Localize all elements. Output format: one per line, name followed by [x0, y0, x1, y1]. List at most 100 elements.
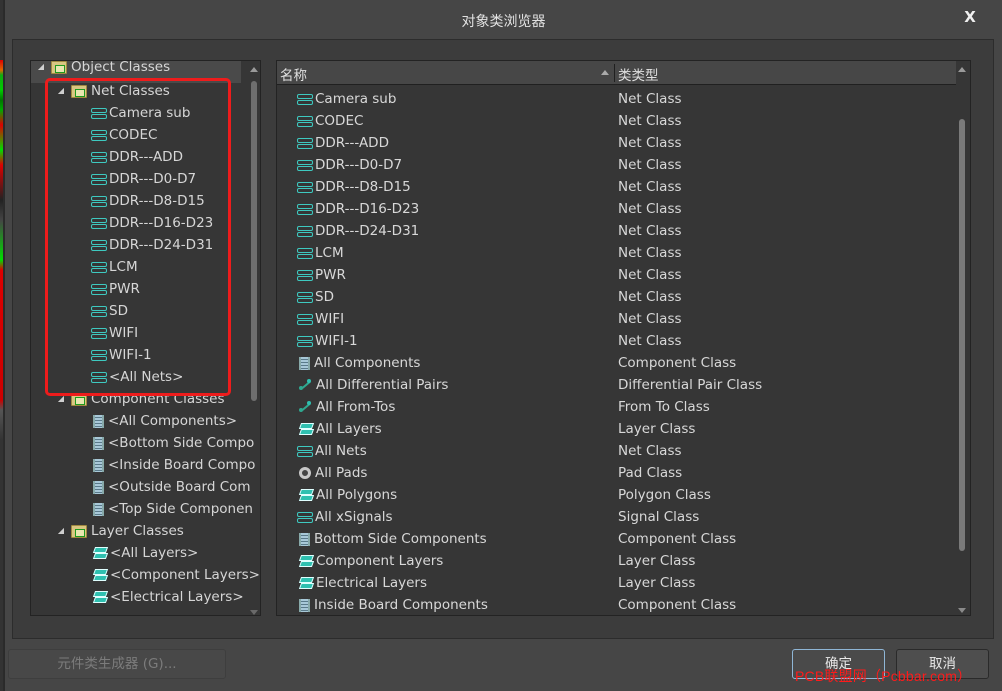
expand-arrow-icon[interactable]: ◢: [35, 61, 47, 78]
row-name: All Differential Pairs: [297, 374, 448, 396]
layer-icon: [299, 423, 312, 435]
column-header-type[interactable]: 类类型: [618, 64, 659, 84]
list-row[interactable]: Electrical Layers Layer Class: [277, 572, 947, 594]
row-name-text: Inside Board Components: [314, 597, 488, 613]
list-row[interactable]: Camera sub Net Class: [277, 88, 947, 110]
row-name: All Layers: [297, 418, 382, 440]
row-class-type: Net Class: [618, 267, 682, 283]
tree-group-layer-classes[interactable]: ◢ Layer Classes: [55, 520, 184, 542]
list-row[interactable]: All Differential Pairs Differential Pair …: [277, 374, 947, 396]
list-scrollbar[interactable]: [958, 67, 966, 615]
scroll-thumb[interactable]: [251, 81, 257, 401]
tree-item[interactable]: DDR---D0-D7: [91, 168, 196, 190]
list-row[interactable]: DDR---ADD Net Class: [277, 132, 947, 154]
tree-item[interactable]: <All Components>: [91, 410, 237, 432]
tree-label: <Electrical Layers>: [110, 589, 244, 605]
tree-item[interactable]: WIFI-1: [91, 344, 152, 366]
row-class-type: Net Class: [618, 289, 682, 305]
tree-label: PWR: [109, 281, 140, 297]
tree-item[interactable]: Camera sub: [91, 102, 190, 124]
row-class-type: Net Class: [618, 113, 682, 129]
scroll-up-icon[interactable]: [958, 67, 966, 72]
tree-item[interactable]: DDR---ADD: [91, 146, 183, 168]
expand-arrow-icon[interactable]: ◢: [55, 388, 67, 410]
row-name: DDR---D24-D31: [297, 220, 419, 242]
tree-group-component-classes[interactable]: ◢ Component Classes: [55, 388, 225, 410]
tree-item[interactable]: DDR---D16-D23: [91, 212, 213, 234]
layer-icon: [93, 547, 106, 559]
net-icon: [91, 107, 107, 119]
list-row[interactable]: Inside Board Components Component Class: [277, 594, 947, 615]
tree-item[interactable]: CODEC: [91, 124, 157, 146]
list-row[interactable]: WIFI-1 Net Class: [277, 330, 947, 352]
class-tree[interactable]: ◢ Object Classes ◢ Net Classes Camera sub COD…: [30, 60, 261, 616]
component-icon: [299, 598, 310, 612]
row-name: All xSignals: [297, 506, 393, 528]
list-row[interactable]: PWR Net Class: [277, 264, 947, 286]
row-name: All Components: [297, 352, 420, 374]
close-button[interactable]: X: [960, 7, 980, 27]
class-list[interactable]: 名称 类类型 Camera sub Net Class CODEC Net Class…: [276, 60, 971, 616]
tree-item[interactable]: <Inside Board Compo: [91, 454, 255, 476]
tree-item[interactable]: DDR---D24-D31: [91, 234, 213, 256]
scroll-down-icon[interactable]: [250, 610, 258, 615]
tree-item[interactable]: <Bottom Side Compo: [91, 432, 254, 454]
list-row[interactable]: All Polygons Polygon Class: [277, 484, 947, 506]
column-separator[interactable]: [614, 64, 615, 82]
scroll-up-icon[interactable]: [250, 67, 258, 72]
list-row[interactable]: DDR---D8-D15 Net Class: [277, 176, 947, 198]
title-bar[interactable]: 对象类浏览器 X: [5, 0, 1002, 38]
tree-label: DDR---D8-D15: [109, 193, 205, 209]
tree-label: DDR---D24-D31: [109, 237, 214, 253]
tree-item[interactable]: <All Layers>: [91, 542, 198, 564]
scroll-down-icon[interactable]: [958, 608, 966, 613]
tree-label: WIFI: [109, 325, 139, 341]
tree-root-object-classes[interactable]: ◢ Object Classes: [35, 61, 170, 78]
tree-item[interactable]: PWR: [91, 278, 140, 300]
list-row[interactable]: All Pads Pad Class: [277, 462, 947, 484]
tree-item[interactable]: DDR---D8-D15: [91, 190, 205, 212]
row-class-type: Net Class: [618, 223, 682, 239]
list-row[interactable]: CODEC Net Class: [277, 110, 947, 132]
row-name-text: All Nets: [315, 443, 367, 459]
net-icon: [91, 129, 107, 141]
tree-scrollbar[interactable]: [250, 67, 258, 615]
expand-arrow-icon[interactable]: ◢: [55, 80, 67, 102]
row-name-text: Electrical Layers: [316, 575, 428, 591]
list-row[interactable]: Bottom Side Components Component Class: [277, 528, 947, 550]
tree-label: Layer Classes: [91, 523, 184, 539]
expand-arrow-icon[interactable]: ◢: [55, 520, 67, 542]
scroll-thumb[interactable]: [959, 119, 965, 551]
tree-item[interactable]: <Component Layers>: [91, 564, 260, 586]
class-generator-button[interactable]: 元件类生成器 (G)...: [8, 649, 226, 679]
tree-item[interactable]: <Outside Board Com: [91, 476, 251, 498]
tree-item[interactable]: LCM: [91, 256, 138, 278]
tree-item[interactable]: <All Nets>: [91, 366, 183, 388]
list-row[interactable]: DDR---D16-D23 Net Class: [277, 198, 947, 220]
list-row[interactable]: All Nets Net Class: [277, 440, 947, 462]
tree-item[interactable]: SD: [91, 300, 128, 322]
net-icon: [297, 511, 313, 523]
row-name-text: All xSignals: [315, 509, 393, 525]
list-row[interactable]: SD Net Class: [277, 286, 947, 308]
column-header-name[interactable]: 名称: [280, 64, 307, 84]
list-row[interactable]: Component Layers Layer Class: [277, 550, 947, 572]
tree-item[interactable]: <Electrical Layers>: [91, 586, 244, 608]
list-row[interactable]: All xSignals Signal Class: [277, 506, 947, 528]
list-row[interactable]: WIFI Net Class: [277, 308, 947, 330]
tree-label: <Component Layers>: [110, 567, 260, 583]
row-name-text: DDR---D8-D15: [315, 179, 411, 195]
tree-item[interactable]: <Top Side Componen: [91, 498, 253, 520]
tree-item[interactable]: WIFI: [91, 322, 138, 344]
watermark: PCB联盟网（Pcbbar.com）: [795, 668, 972, 684]
list-row[interactable]: All Layers Layer Class: [277, 418, 947, 440]
list-row[interactable]: DDR---D0-D7 Net Class: [277, 154, 947, 176]
list-row[interactable]: All Components Component Class: [277, 352, 947, 374]
layer-folder-icon: [71, 524, 87, 538]
list-row[interactable]: LCM Net Class: [277, 242, 947, 264]
tree-group-net-classes[interactable]: ◢ Net Classes: [55, 80, 170, 102]
row-name: Component Layers: [297, 550, 443, 572]
list-row[interactable]: All From-Tos From To Class: [277, 396, 947, 418]
list-row[interactable]: DDR---D24-D31 Net Class: [277, 220, 947, 242]
row-name: DDR---D0-D7: [297, 154, 402, 176]
